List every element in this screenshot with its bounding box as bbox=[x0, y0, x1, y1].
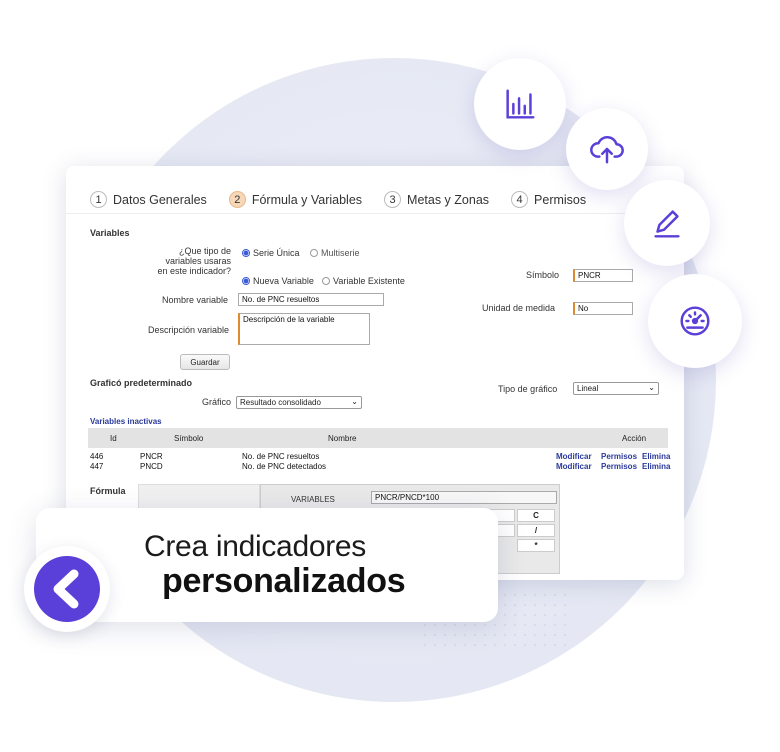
eliminar-link[interactable]: Elimina bbox=[642, 452, 670, 461]
col-nombre: Nombre bbox=[328, 434, 357, 443]
upload-bubble[interactable] bbox=[566, 108, 648, 190]
dashboard-icon bbox=[680, 306, 710, 336]
modificar-link[interactable]: Modificar bbox=[556, 462, 592, 471]
table-row-nombre: No. de PNC resueltos bbox=[242, 452, 320, 461]
grafico-select[interactable]: Resultado consolidado ⌄ bbox=[236, 396, 362, 409]
table-row-simbolo: PNCD bbox=[140, 462, 163, 471]
calc-key-c[interactable]: C bbox=[517, 509, 555, 522]
radio-nueva-variable[interactable]: Nueva Variable bbox=[242, 276, 314, 286]
radio-multiserie[interactable]: Multiserie bbox=[310, 248, 360, 258]
brand-logo bbox=[24, 546, 110, 632]
unidad-medida-label: Unidad de medida bbox=[482, 303, 556, 313]
step-metas-zonas[interactable]: 3 Metas y Zonas bbox=[384, 186, 489, 213]
modificar-link[interactable]: Modificar bbox=[556, 452, 592, 461]
variables-header: VARIABLES bbox=[291, 495, 335, 504]
calc-key-multiply[interactable]: * bbox=[517, 539, 555, 552]
descripcion-variable-label: Descripción variable bbox=[148, 325, 230, 335]
col-accion: Acción bbox=[622, 434, 647, 443]
eliminar-link[interactable]: Elimina bbox=[642, 462, 670, 471]
inactive-variables-table-header: Id Símbolo Nombre Acción bbox=[88, 428, 668, 448]
step-permisos[interactable]: 4 Permisos bbox=[511, 186, 586, 213]
tipo-grafico-select[interactable]: Lineal ⌄ bbox=[573, 382, 659, 395]
formula-input[interactable]: PNCR/PNCD*100 bbox=[371, 491, 557, 504]
bar-chart-bubble[interactable] bbox=[474, 58, 566, 150]
unidad-medida-input[interactable]: No bbox=[573, 302, 633, 315]
banner-line-1: Crea indicadores bbox=[144, 530, 366, 563]
variables-title: Variables bbox=[90, 228, 130, 238]
chevron-down-icon: ⌄ bbox=[648, 383, 655, 392]
edit-icon bbox=[654, 210, 680, 238]
formula-label: Fórmula bbox=[90, 486, 126, 496]
col-simbolo: Símbolo bbox=[174, 434, 204, 443]
tipo-grafico-label: Tipo de gráfico bbox=[498, 384, 558, 394]
permisos-link[interactable]: Permisos bbox=[601, 452, 637, 461]
table-row-simbolo: PNCR bbox=[140, 452, 163, 461]
variables-inactivas-title: Variables inactivas bbox=[90, 417, 162, 426]
radio-variable-existente[interactable]: Variable Existente bbox=[322, 276, 405, 286]
radio-serie-unica[interactable]: Serie Única bbox=[242, 248, 300, 258]
bar-chart-icon bbox=[506, 89, 535, 119]
table-row-nombre: No. de PNC detectados bbox=[242, 462, 327, 471]
guardar-button[interactable]: Guardar bbox=[180, 354, 230, 370]
calc-key-divide[interactable]: / bbox=[517, 524, 555, 537]
table-row-id: 447 bbox=[90, 462, 104, 471]
step-formula-variables[interactable]: 2 Fórmula y Variables bbox=[228, 186, 362, 213]
brand-logo-icon bbox=[34, 556, 100, 622]
nombre-variable-input[interactable]: No. de PNC resueltos bbox=[238, 293, 384, 306]
descripcion-variable-textarea[interactable]: Descripción de la variable bbox=[238, 313, 370, 345]
simbolo-label: Símbolo bbox=[526, 270, 560, 280]
permisos-link[interactable]: Permisos bbox=[601, 462, 637, 471]
table-row-id: 446 bbox=[90, 452, 104, 461]
chevron-down-icon: ⌄ bbox=[351, 397, 358, 406]
banner-line-2: personalizados bbox=[162, 562, 406, 600]
grafico-predeterminado-title: Graficó predeterminado bbox=[90, 378, 193, 388]
edit-bubble[interactable] bbox=[624, 180, 710, 266]
grafico-label: Gráfico bbox=[202, 397, 232, 407]
col-id: Id bbox=[110, 434, 117, 443]
simbolo-input[interactable]: PNCR bbox=[573, 269, 633, 282]
nombre-variable-label: Nombre variable bbox=[162, 295, 229, 305]
cloud-upload-icon bbox=[590, 135, 624, 164]
step-datos-generales[interactable]: 1 Datos Generales bbox=[90, 186, 207, 213]
dashboard-bubble[interactable] bbox=[648, 274, 742, 368]
variable-type-question: ¿Que tipo de variables usaras en este in… bbox=[157, 246, 231, 276]
